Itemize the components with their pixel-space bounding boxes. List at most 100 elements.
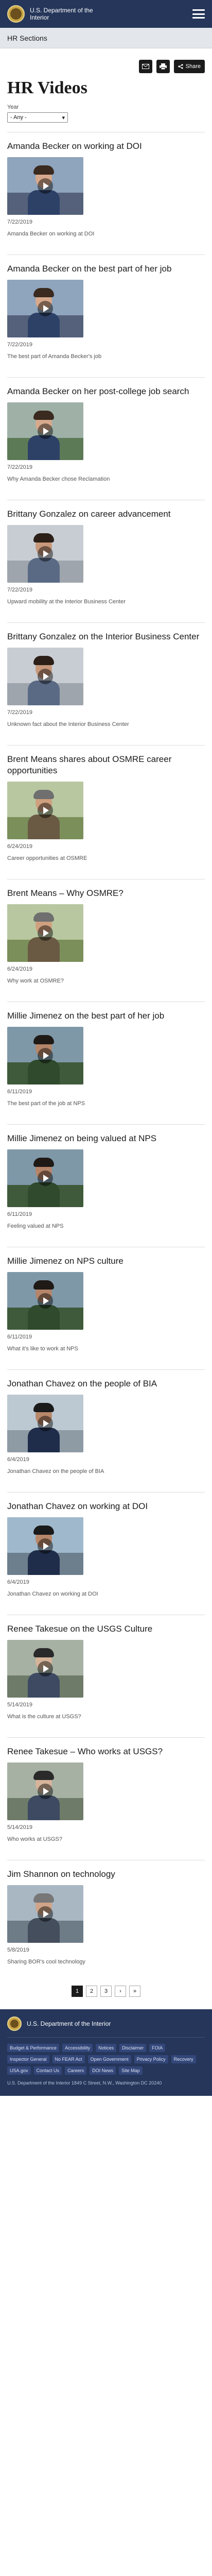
video-thumbnail[interactable] xyxy=(7,648,83,705)
video-card: Brent Means – Why OSMRE? 6/24/2019 Why w… xyxy=(7,879,205,985)
video-date: 5/14/2019 xyxy=(7,1702,32,1708)
footer-link[interactable]: Recovery xyxy=(171,2055,196,2063)
footer-link[interactable]: FOIA xyxy=(149,2044,166,2052)
video-title-link[interactable]: Millie Jimenez on the best part of her j… xyxy=(7,1010,205,1022)
video-title-link[interactable]: Brittany Gonzalez on the Interior Busine… xyxy=(7,631,205,642)
play-icon xyxy=(38,669,53,684)
video-thumbnail[interactable] xyxy=(7,1762,83,1820)
video-thumbnail[interactable] xyxy=(7,1517,83,1575)
video-title-link[interactable]: Amanda Becker on her post-college job se… xyxy=(7,386,205,397)
play-icon xyxy=(38,1171,53,1186)
video-list: Amanda Becker on working at DOI 7/22/201… xyxy=(0,132,212,1966)
video-card: Brittany Gonzalez on career advancement … xyxy=(7,500,205,606)
video-description: Jonathan Chavez on working at DOI xyxy=(7,1591,98,1597)
video-date: 7/22/2019 xyxy=(7,464,32,470)
video-description: Sharing BOR's cool technology xyxy=(7,1959,85,1965)
video-thumbnail[interactable] xyxy=(7,1149,83,1207)
print-icon[interactable] xyxy=(156,60,170,73)
video-date: 6/4/2019 xyxy=(7,1579,29,1585)
play-icon xyxy=(38,301,53,316)
video-thumbnail[interactable] xyxy=(7,904,83,962)
page-title: HR Videos xyxy=(7,78,87,97)
pagination: 1 2 3 ›» xyxy=(0,1982,212,2009)
video-card: Amanda Becker on the best part of her jo… xyxy=(7,255,205,361)
video-title-link[interactable]: Jonathan Chavez on the people of BIA xyxy=(7,1378,205,1389)
video-title-link[interactable]: Brittany Gonzalez on career advancement xyxy=(7,509,205,520)
play-icon xyxy=(38,178,53,194)
video-thumbnail[interactable] xyxy=(7,1885,83,1943)
video-card: Renee Takesue – Who works at USGS? 5/14/… xyxy=(7,1737,205,1843)
video-description: What is the culture at USGS? xyxy=(7,1714,81,1720)
video-thumbnail[interactable] xyxy=(7,1272,83,1330)
share-button[interactable]: Share xyxy=(173,60,205,73)
video-description: Jonathan Chavez on the people of BIA xyxy=(7,1468,104,1475)
video-title-link[interactable]: Jim Shannon on technology xyxy=(7,1869,205,1880)
site-title[interactable]: U.S. Department of the Interior xyxy=(30,7,93,21)
play-icon xyxy=(38,803,53,818)
video-title-link[interactable]: Renee Takesue on the USGS Culture xyxy=(7,1623,205,1635)
video-thumbnail[interactable] xyxy=(7,402,83,460)
page-link[interactable]: 2 xyxy=(86,1986,97,1997)
video-title-link[interactable]: Jonathan Chavez on working at DOI xyxy=(7,1501,205,1512)
page-link[interactable]: 1 xyxy=(72,1986,83,1997)
footer-link[interactable]: USA.gov xyxy=(7,2066,31,2075)
year-filter: Year - Any - ▾ xyxy=(0,104,212,132)
video-description: Career opportunities at OSMRE xyxy=(7,855,87,861)
video-thumbnail[interactable] xyxy=(7,525,83,583)
video-date: 5/14/2019 xyxy=(7,1824,32,1831)
video-date: 6/4/2019 xyxy=(7,1456,29,1463)
footer-link[interactable]: Disclaimer xyxy=(119,2044,147,2052)
video-thumbnail[interactable] xyxy=(7,157,83,215)
video-thumbnail[interactable] xyxy=(7,280,83,337)
video-thumbnail[interactable] xyxy=(7,782,83,839)
footer-link[interactable]: No FEAR Act xyxy=(52,2055,85,2063)
page-link[interactable]: 3 xyxy=(100,1986,112,1997)
footer-link[interactable]: Notices xyxy=(96,2044,117,2052)
play-icon xyxy=(38,1416,53,1431)
video-title-link[interactable]: Brent Means shares about OSMRE career op… xyxy=(7,754,205,776)
video-date: 7/22/2019 xyxy=(7,709,32,716)
last-page-icon[interactable]: » xyxy=(129,1986,140,1997)
video-title-link[interactable]: Amanda Becker on the best part of her jo… xyxy=(7,263,205,275)
video-description: The best part of Amanda Becker's job xyxy=(7,353,102,360)
next-page-icon[interactable]: › xyxy=(115,1986,126,1997)
video-title-link[interactable]: Amanda Becker on working at DOI xyxy=(7,141,205,152)
video-thumbnail[interactable] xyxy=(7,1027,83,1084)
video-title-link[interactable]: Millie Jimenez on NPS culture xyxy=(7,1256,205,1267)
footer-link[interactable]: Accessibility xyxy=(62,2044,93,2052)
play-icon xyxy=(38,423,53,439)
play-icon xyxy=(38,546,53,562)
section-title[interactable]: HR Sections xyxy=(0,28,212,48)
footer-link[interactable]: Privacy Policy xyxy=(134,2055,168,2063)
footer-link[interactable]: Contact Us xyxy=(33,2066,62,2075)
video-date: 5/8/2019 xyxy=(7,1947,29,1953)
share-toolbar: Share xyxy=(0,48,212,73)
video-description: Feeling valued at NPS xyxy=(7,1223,64,1229)
video-date: 6/11/2019 xyxy=(7,1211,32,1217)
video-date: 6/24/2019 xyxy=(7,966,32,972)
video-date: 6/11/2019 xyxy=(7,1089,32,1095)
footer-link[interactable]: Open Government xyxy=(87,2055,131,2063)
video-title-link[interactable]: Brent Means – Why OSMRE? xyxy=(7,888,205,899)
video-thumbnail[interactable] xyxy=(7,1640,83,1698)
play-icon xyxy=(38,1048,53,1063)
doi-seal-logo[interactable] xyxy=(7,2016,22,2031)
video-card: Brittany Gonzalez on the Interior Busine… xyxy=(7,622,205,728)
footer-link[interactable]: Budget & Performance xyxy=(7,2044,60,2052)
footer-link[interactable]: Inspector General xyxy=(7,2055,49,2063)
doi-seal-logo[interactable] xyxy=(7,5,25,23)
video-description: Unknown fact about the Interior Business… xyxy=(7,721,129,727)
footer-link[interactable]: DOI News xyxy=(90,2066,116,2075)
video-date: 7/22/2019 xyxy=(7,342,32,348)
year-select[interactable]: - Any - ▾ xyxy=(7,112,68,123)
video-title-link[interactable]: Millie Jimenez on being valued at NPS xyxy=(7,1133,205,1144)
video-card: Jim Shannon on technology 5/8/2019 Shari… xyxy=(7,1860,205,1966)
email-icon[interactable] xyxy=(138,60,152,73)
footer-link[interactable]: Careers xyxy=(65,2066,87,2075)
video-date: 6/11/2019 xyxy=(7,1334,32,1340)
footer-link[interactable]: Site Map xyxy=(119,2066,143,2075)
video-description: The best part of the job at NPS xyxy=(7,1100,85,1107)
video-thumbnail[interactable] xyxy=(7,1395,83,1452)
video-title-link[interactable]: Renee Takesue – Who works at USGS? xyxy=(7,1746,205,1757)
menu-icon[interactable] xyxy=(192,9,205,19)
